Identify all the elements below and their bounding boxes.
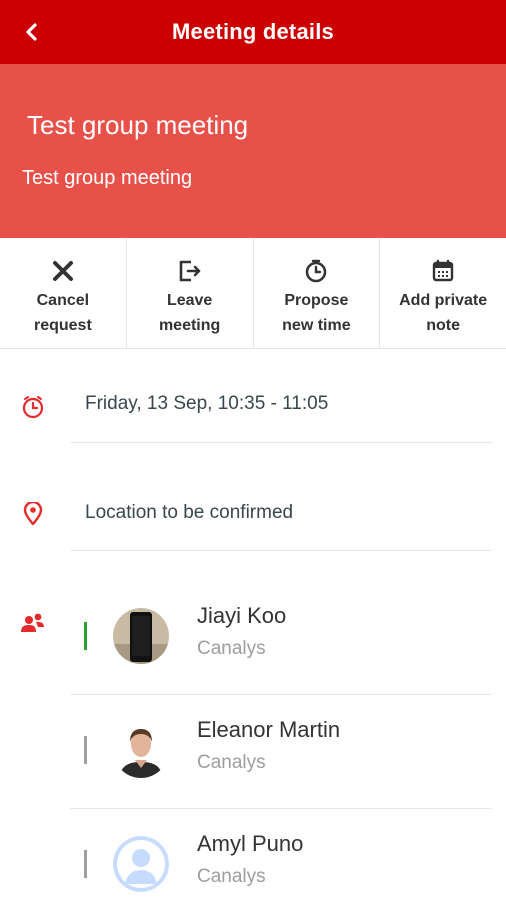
propose-new-time-label: Propose new time — [282, 292, 351, 334]
add-private-note-label: Add private note — [399, 292, 488, 334]
attendee-name: Amyl Puno — [197, 831, 304, 856]
meeting-location: Location to be confirmed — [85, 502, 294, 523]
attendee-list-item[interactable]: Jiayi Koo Canalys — [0, 580, 506, 694]
attendee-organization: Canalys — [197, 866, 266, 887]
cancel-request-label: Cancel request — [33, 292, 92, 334]
propose-new-time-button[interactable]: Propose new time — [254, 238, 381, 348]
avatar — [113, 608, 169, 664]
back-button[interactable] — [14, 14, 50, 50]
attendee-list-item[interactable]: Amyl Puno Canalys — [0, 808, 506, 900]
page-title: Meeting details — [172, 19, 334, 44]
status-indicator — [84, 736, 87, 764]
status-indicator — [84, 850, 87, 878]
attendee-organization: Canalys — [197, 752, 266, 773]
divider — [70, 550, 492, 551]
status-indicator — [84, 622, 87, 650]
attendee-name: Eleanor Martin — [197, 717, 341, 742]
meeting-header: Test group meeting Test group meeting — [0, 64, 506, 238]
app-bar: Meeting details — [0, 0, 506, 64]
attendee-organization: Canalys — [197, 638, 266, 659]
meeting-title: Test group meeting — [27, 110, 249, 140]
exit-icon — [177, 258, 203, 284]
datetime-row: Friday, 13 Sep, 10:35 - 11:05 — [0, 349, 506, 442]
meeting-subtitle: Test group meeting — [22, 167, 193, 189]
cancel-request-button[interactable]: Cancel request — [0, 238, 127, 348]
attendee-list-item[interactable]: Eleanor Martin Canalys — [0, 694, 506, 808]
leave-meeting-button[interactable]: Leave meeting — [127, 238, 254, 348]
meeting-datetime: Friday, 13 Sep, 10:35 - 11:05 — [85, 393, 329, 414]
chevron-left-icon — [26, 23, 37, 41]
avatar — [113, 836, 169, 892]
leave-meeting-label: Leave meeting — [158, 292, 221, 334]
attendee-name: Jiayi Koo — [197, 603, 287, 628]
location-pin-icon — [20, 501, 46, 527]
avatar — [113, 722, 169, 778]
calendar-icon — [430, 258, 456, 284]
clock-icon — [303, 258, 329, 284]
location-row: Location to be confirmed — [0, 443, 506, 550]
close-icon — [50, 258, 76, 284]
clock-icon — [20, 394, 46, 420]
action-bar: Cancel request Leave meeting Propose new… — [0, 238, 506, 349]
add-private-note-button[interactable]: Add private note — [380, 238, 506, 348]
